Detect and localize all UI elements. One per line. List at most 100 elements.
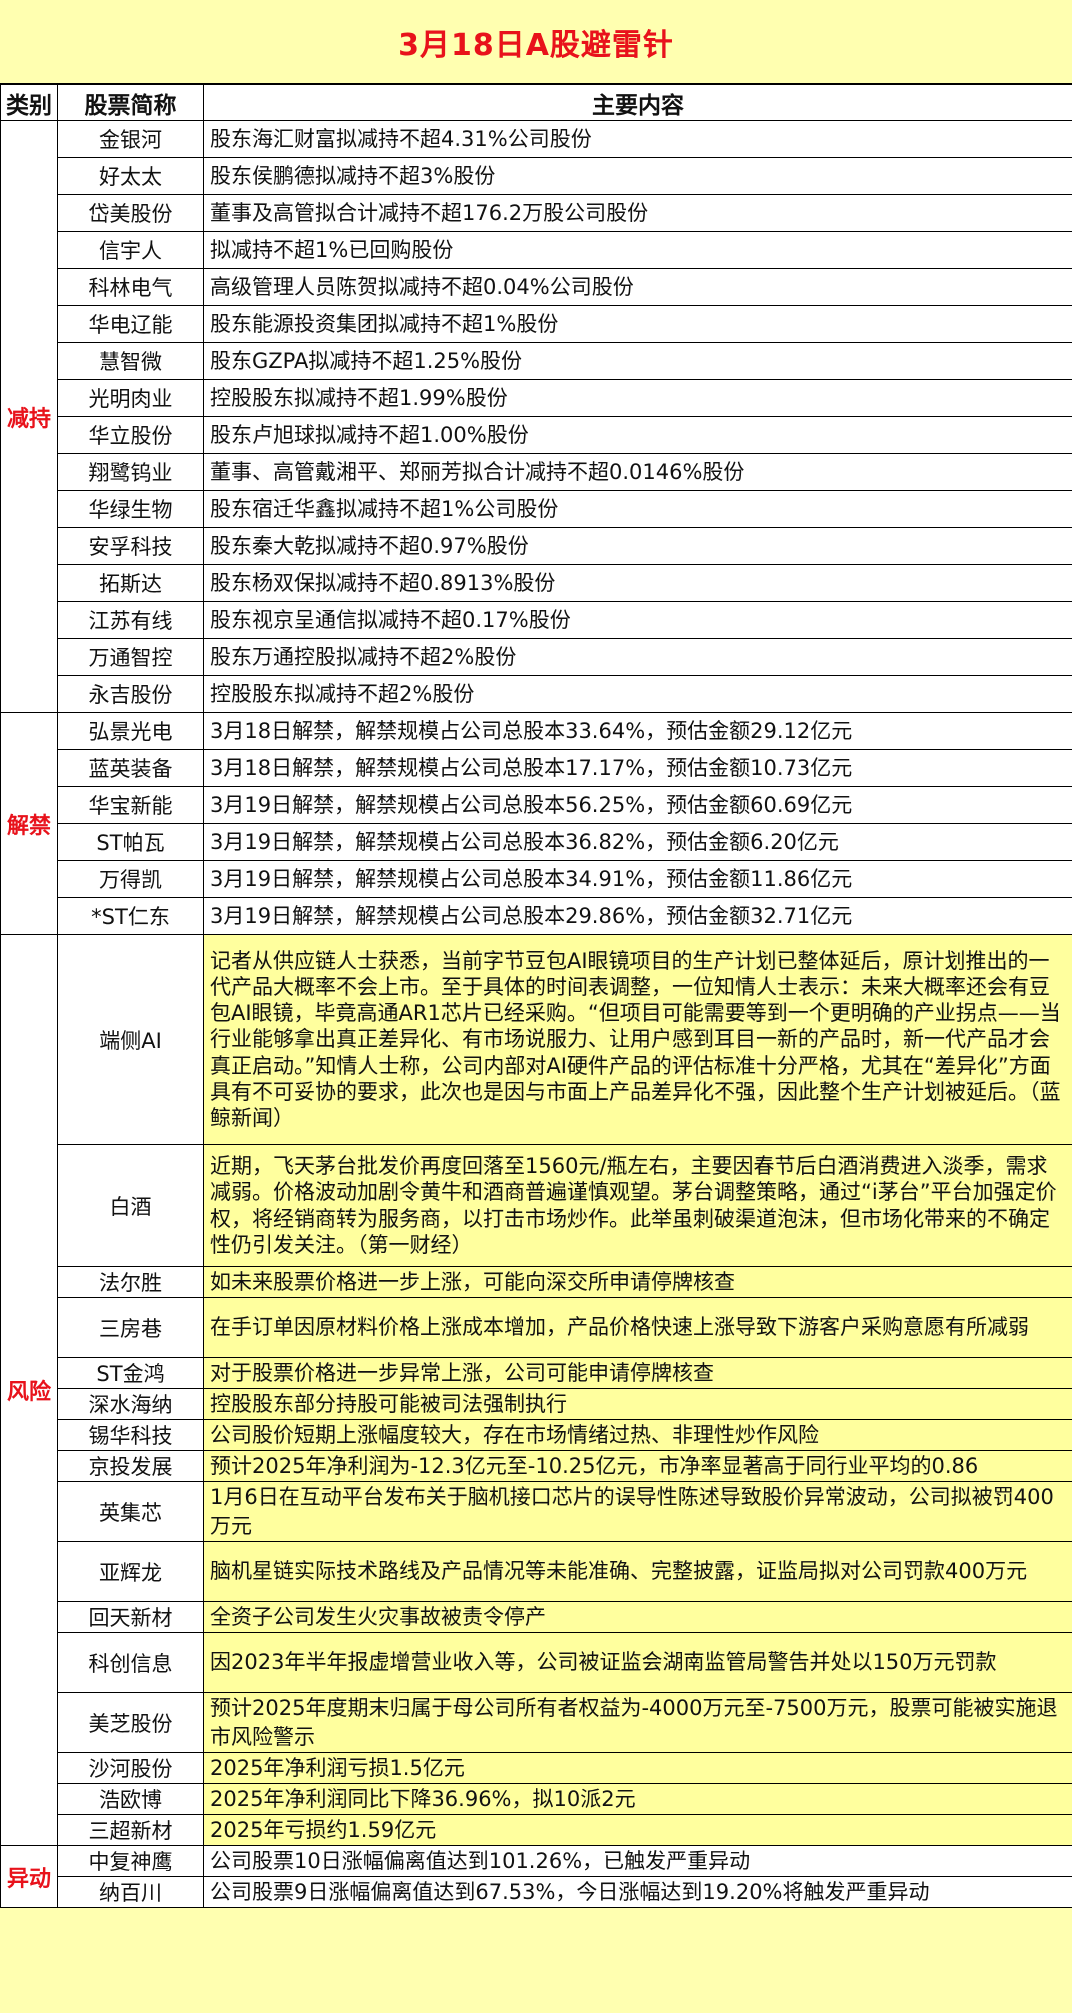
stock-name: 永吉股份 bbox=[57, 675, 204, 713]
stock-name: 慧智微 bbox=[57, 342, 204, 380]
table-row: 翔鹭钨业 董事、高管戴湘平、郑丽芳拟合计减持不超0.0146%股份 bbox=[1, 453, 1072, 491]
table-row: 华立股份 股东卢旭球拟减持不超1.00%股份 bbox=[1, 416, 1072, 454]
table-row: 京投发展 预计2025年净利润为-12.3亿元至-10.25亿元，市净率显著高于同… bbox=[1, 1450, 1072, 1482]
stock-name: 光明肉业 bbox=[57, 379, 204, 417]
stock-name: 万得凯 bbox=[57, 860, 204, 898]
main-content: 股东万通控股拟减持不超2%股份 bbox=[203, 638, 1072, 676]
table-row: 沙河股份 2025年净利润亏损1.5亿元 bbox=[1, 1752, 1072, 1784]
stock-name: 锡华科技 bbox=[57, 1419, 204, 1451]
main-content: 控股股东部分持股可能被司法强制执行 bbox=[203, 1388, 1072, 1420]
stock-name: 华宝新能 bbox=[57, 786, 204, 824]
category-risk: 风险 bbox=[0, 934, 58, 1846]
table-row: 亚辉龙 脑机星链实际技术路线及产品情况等未能准确、完整披露，证监局拟对公司罚款40… bbox=[1, 1541, 1072, 1602]
stock-name: 回天新材 bbox=[57, 1601, 204, 1633]
stock-name: *ST仁东 bbox=[57, 897, 204, 935]
stock-name: 浩欧博 bbox=[57, 1783, 204, 1815]
main-content: 股东秦大乾拟减持不超0.97%股份 bbox=[203, 527, 1072, 565]
main-content: 股东侯鹏德拟减持不超3%股份 bbox=[203, 157, 1072, 195]
table-row: 回天新材 全资子公司发生火灾事故被责令停产 bbox=[1, 1601, 1072, 1633]
stock-name: 华立股份 bbox=[57, 416, 204, 454]
main-content: 2025年亏损约1.59亿元 bbox=[203, 1814, 1072, 1846]
main-content: 股东杨双保拟减持不超0.8913%股份 bbox=[203, 564, 1072, 602]
main-content: 控股股东拟减持不超1.99%股份 bbox=[203, 379, 1072, 417]
table-row: 美芝股份 预计2025年度期末归属于母公司所有者权益为-4000万元至-7500万… bbox=[1, 1692, 1072, 1753]
stock-name: 金银河 bbox=[57, 120, 204, 158]
stock-name: 安孚科技 bbox=[57, 527, 204, 565]
main-content: 董事及高管拟合计减持不超176.2万股公司股份 bbox=[203, 194, 1072, 232]
stock-name: 中复神鹰 bbox=[57, 1845, 204, 1877]
stock-name: 万通智控 bbox=[57, 638, 204, 676]
table-row: 纳百川 公司股票9日涨幅偏离值达到67.53%，今日涨幅达到19.20%将触发严重… bbox=[1, 1876, 1072, 1908]
table-row: 异动 中复神鹰 公司股票10日涨幅偏离值达到101.26%，已触发严重异动 bbox=[0, 1845, 1072, 1908]
stock-name: 三房巷 bbox=[57, 1297, 204, 1358]
table-header-row: 类别 股票简称 主要内容 bbox=[0, 83, 1072, 121]
table-row: 安孚科技 股东秦大乾拟减持不超0.97%股份 bbox=[1, 527, 1072, 565]
stock-name: 深水海纳 bbox=[57, 1388, 204, 1420]
table-row: 永吉股份 控股股东拟减持不超2%股份 bbox=[1, 675, 1072, 713]
table-row: 信宇人 拟减持不超1%已回购股份 bbox=[1, 231, 1072, 269]
main-content: 股东海汇财富拟减持不超4.31%公司股份 bbox=[203, 120, 1072, 158]
stock-name: 三超新材 bbox=[57, 1814, 204, 1846]
main-content: 3月18日解禁，解禁规模占公司总股本17.17%，预估金额10.73亿元 bbox=[203, 749, 1072, 787]
table-row: *ST仁东 3月19日解禁，解禁规模占公司总股本29.86%，预估金额32.71亿… bbox=[1, 897, 1072, 935]
table-row: 岱美股份 董事及高管拟合计减持不超176.2万股公司股份 bbox=[1, 194, 1072, 232]
table-row: 科林电气 高级管理人员陈贺拟减持不超0.04%公司股份 bbox=[1, 268, 1072, 306]
table-row: 英集芯 1月6日在互动平台发布关于脑机接口芯片的误导性陈述导致股价异常波动，公司拟… bbox=[1, 1481, 1072, 1542]
main-content: 股东卢旭球拟减持不超1.00%股份 bbox=[203, 416, 1072, 454]
stock-name: 好太太 bbox=[57, 157, 204, 195]
stock-name: 英集芯 bbox=[57, 1481, 204, 1542]
table-row: 白酒 近期，飞天茅台批发价再度回落至1560元/瓶左右，主要因春节后白酒消费进入淡… bbox=[1, 1144, 1072, 1267]
table-row: 三房巷 在手订单因原材料价格上涨成本增加，产品价格快速上涨导致下游客户采购意愿有所… bbox=[1, 1297, 1072, 1358]
main-content: 2025年净利润亏损1.5亿元 bbox=[203, 1752, 1072, 1784]
main-content: 脑机星链实际技术路线及产品情况等未能准确、完整披露，证监局拟对公司罚款400万元 bbox=[203, 1541, 1072, 1602]
stock-name: 翔鹭钨业 bbox=[57, 453, 204, 491]
main-content: 3月19日解禁，解禁规模占公司总股本56.25%，预估金额60.69亿元 bbox=[203, 786, 1072, 824]
stock-name: 美芝股份 bbox=[57, 1692, 204, 1753]
stock-risk-table: 类别 股票简称 主要内容 减持 金银河 股东海汇财富拟减持不超4.31%公司股份 好太… bbox=[0, 83, 1072, 1908]
table-row: 科创信息 因2023年半年报虚增营业收入等，公司被证监会湖南监管局警告并处以150… bbox=[1, 1632, 1072, 1693]
table-row: 华电辽能 股东能源投资集团拟减持不超1%股份 bbox=[1, 305, 1072, 343]
main-content: 3月19日解禁，解禁规模占公司总股本34.91%，预估金额11.86亿元 bbox=[203, 860, 1072, 898]
table-row: 拓斯达 股东杨双保拟减持不超0.8913%股份 bbox=[1, 564, 1072, 602]
main-content: 董事、高管戴湘平、郑丽芳拟合计减持不超0.0146%股份 bbox=[203, 453, 1072, 491]
main-content: 3月18日解禁，解禁规模占公司总股本33.64%，预估金额29.12亿元 bbox=[203, 712, 1072, 750]
page-title: 3月18日A股避雷针 bbox=[398, 27, 674, 63]
header-main-content: 主要内容 bbox=[203, 83, 1072, 121]
stock-name: 华绿生物 bbox=[57, 490, 204, 528]
stock-name: 蓝英装备 bbox=[57, 749, 204, 787]
header-stock-name: 股票简称 bbox=[57, 83, 204, 121]
main-content: 2025年净利润同比下降36.96%，拟10派2元 bbox=[203, 1783, 1072, 1815]
table-row: ST金鸿 对于股票价格进一步异常上涨，公司可能申请停牌核查 bbox=[1, 1357, 1072, 1389]
main-content: 1月6日在互动平台发布关于脑机接口芯片的误导性陈述导致股价异常波动，公司拟被罚4… bbox=[203, 1481, 1072, 1542]
table-row: 深水海纳 控股股东部分持股可能被司法强制执行 bbox=[1, 1388, 1072, 1420]
stock-name: 信宇人 bbox=[57, 231, 204, 269]
stock-name: 沙河股份 bbox=[57, 1752, 204, 1784]
table-row: ST帕瓦 3月19日解禁，解禁规模占公司总股本36.82%，预估金额6.20亿元 bbox=[1, 823, 1072, 861]
category-abnormal: 异动 bbox=[0, 1845, 58, 1908]
main-content: 全资子公司发生火灾事故被责令停产 bbox=[203, 1601, 1072, 1633]
main-content: 记者从供应链人士获悉，当前字节豆包AI眼镜项目的生产计划已整体延后，原计划推出的… bbox=[203, 934, 1072, 1145]
main-content: 控股股东拟减持不超2%股份 bbox=[203, 675, 1072, 713]
main-content: 拟减持不超1%已回购股份 bbox=[203, 231, 1072, 269]
stock-name: 科林电气 bbox=[57, 268, 204, 306]
table-row: 江苏有线 股东视京呈通信拟减持不超0.17%股份 bbox=[1, 601, 1072, 639]
table-row: 好太太 股东侯鹏德拟减持不超3%股份 bbox=[1, 157, 1072, 195]
table-row: 法尔胜 如未来股票价格进一步上涨，可能向深交所申请停牌核查 bbox=[1, 1266, 1072, 1298]
table-row: 万得凯 3月19日解禁，解禁规模占公司总股本34.91%，预估金额11.86亿元 bbox=[1, 860, 1072, 898]
stock-name: 江苏有线 bbox=[57, 601, 204, 639]
stock-name: 法尔胜 bbox=[57, 1266, 204, 1298]
main-content: 因2023年半年报虚增营业收入等，公司被证监会湖南监管局警告并处以150万元罚款 bbox=[203, 1632, 1072, 1693]
main-content: 预计2025年度期末归属于母公司所有者权益为-4000万元至-7500万元，股票… bbox=[203, 1692, 1072, 1753]
main-content: 股东视京呈通信拟减持不超0.17%股份 bbox=[203, 601, 1072, 639]
stock-name: 端侧AI bbox=[57, 934, 204, 1145]
main-content: 公司股票10日涨幅偏离值达到101.26%，已触发严重异动 bbox=[203, 1845, 1072, 1877]
main-content: 对于股票价格进一步异常上涨，公司可能申请停牌核查 bbox=[203, 1357, 1072, 1389]
main-content: 股东GZPA拟减持不超1.25%股份 bbox=[203, 342, 1072, 380]
stock-name: 华电辽能 bbox=[57, 305, 204, 343]
table-row: 锡华科技 公司股价短期上涨幅度较大，存在市场情绪过热、非理性炒作风险 bbox=[1, 1419, 1072, 1451]
stock-name: 弘景光电 bbox=[57, 712, 204, 750]
stock-name: 亚辉龙 bbox=[57, 1541, 204, 1602]
table-row: 风险 端侧AI 记者从供应链人士获悉，当前字节豆包AI眼镜项目的生产计划已整体延后，… bbox=[0, 934, 1072, 1846]
main-content: 近期，飞天茅台批发价再度回落至1560元/瓶左右，主要因春节后白酒消费进入淡季，… bbox=[203, 1144, 1072, 1267]
main-content: 公司股票9日涨幅偏离值达到67.53%，今日涨幅达到19.20%将触发严重异动 bbox=[203, 1876, 1072, 1908]
